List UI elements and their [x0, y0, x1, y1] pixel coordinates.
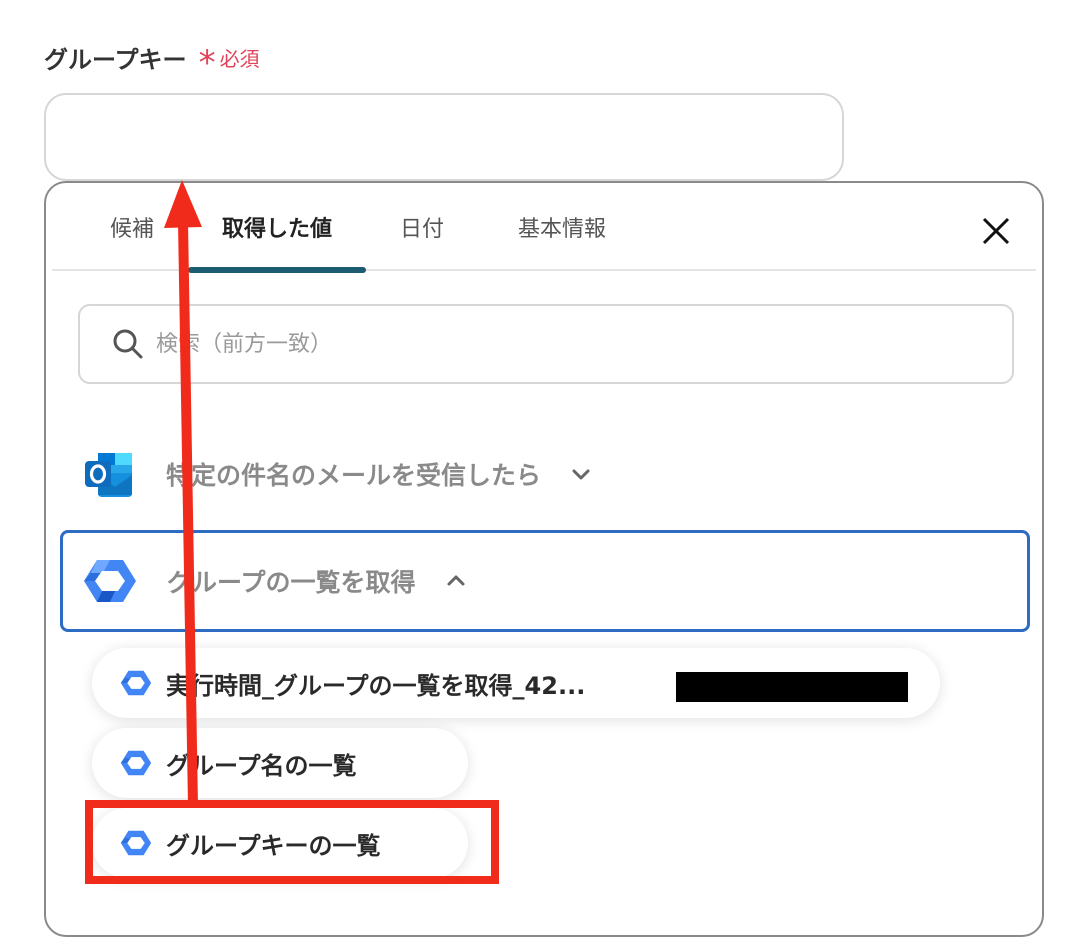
active-tab-underline: [188, 267, 366, 273]
redacted-value: [676, 672, 908, 702]
tab-label: 基本情報: [517, 217, 606, 242]
chip-label: グループキーの一覧: [166, 831, 381, 860]
section-label: グループの一覧を取得: [167, 568, 416, 597]
google-workspace-icon: [120, 750, 152, 776]
required-indicator: * 必須: [198, 43, 260, 83]
tab-label: 候補: [109, 217, 154, 242]
search-input[interactable]: [156, 331, 956, 357]
google-workspace-icon: [120, 830, 152, 856]
chevron-down-icon: [572, 469, 590, 480]
group-key-input[interactable]: [44, 93, 844, 181]
required-star: *: [198, 43, 216, 83]
tab-bar: 候補 取得した値 日付 基本情報: [52, 183, 1036, 273]
google-workspace-icon: [120, 670, 152, 696]
section-group-list-trigger[interactable]: グループの一覧を取得: [60, 530, 1030, 632]
chevron-up-icon: [447, 575, 465, 586]
close-button[interactable]: [976, 211, 1016, 251]
value-picker-panel: 候補 取得した値 日付 基本情報 検索（前方一致） 特定の件名のメールを受信した…: [44, 181, 1044, 937]
chip-label: グループ名の一覧: [166, 751, 357, 780]
tab-label: 日付: [399, 217, 444, 242]
google-workspace-icon: [84, 560, 136, 602]
required-text: 必須: [219, 46, 260, 71]
search-icon: [113, 329, 143, 359]
field-label: グループキー * 必須: [44, 40, 260, 83]
tab-date[interactable]: 日付: [382, 183, 462, 271]
section-outlook-trigger[interactable]: 特定の件名のメールを受信したら: [60, 438, 1030, 510]
value-chip-group-names[interactable]: グループ名の一覧: [92, 728, 468, 798]
outlook-icon: [85, 453, 132, 497]
section-label: 特定の件名のメールを受信したら: [166, 461, 542, 490]
close-icon: [982, 217, 1010, 245]
tab-obtained-values[interactable]: 取得した値: [188, 183, 366, 273]
field-label-text: グループキー: [44, 45, 187, 74]
tab-basic-info[interactable]: 基本情報: [498, 183, 626, 271]
tab-label: 取得した値: [221, 217, 332, 242]
value-chip-group-keys[interactable]: グループキーの一覧: [92, 808, 468, 878]
search-box: [78, 304, 1014, 384]
chip-label: 実行時間_グループの一覧を取得_42...: [166, 671, 586, 700]
tab-candidates[interactable]: 候補: [92, 183, 172, 271]
